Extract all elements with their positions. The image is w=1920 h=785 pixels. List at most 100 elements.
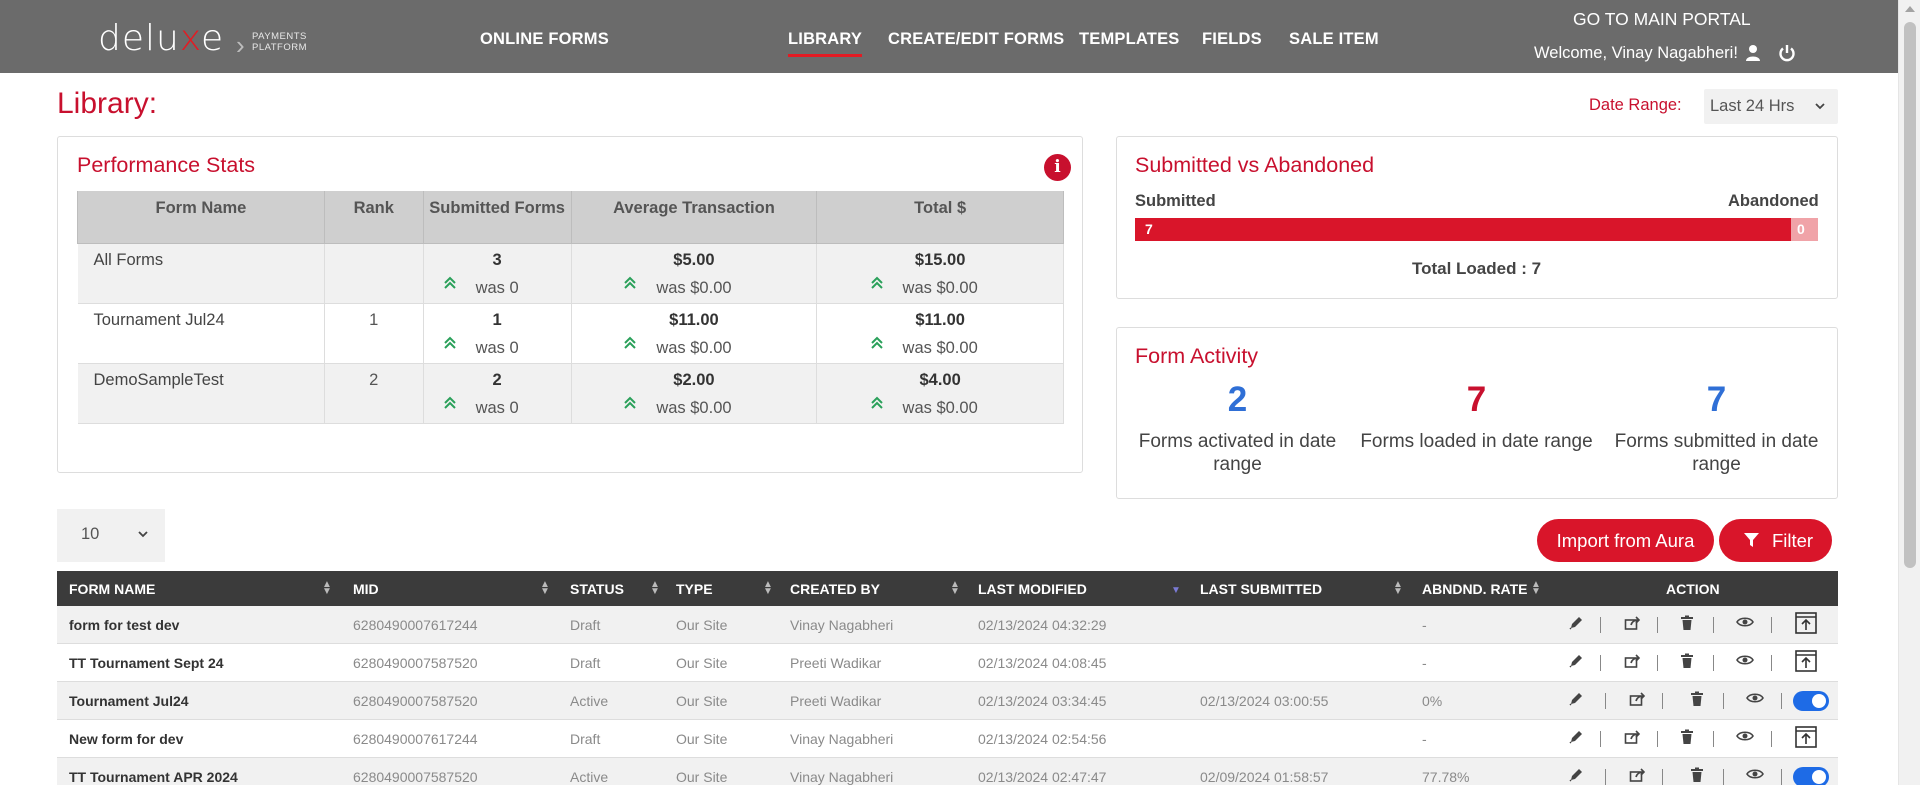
cell-form-name[interactable]: New form for dev	[69, 731, 183, 747]
sort-icon[interactable]: ▲ ▼	[540, 580, 550, 597]
cell-last-modified: 02/13/2024 04:08:45	[978, 655, 1107, 671]
stat-previous: was $0.00	[870, 276, 978, 298]
eye-icon[interactable]	[1736, 729, 1756, 749]
trash-icon[interactable]	[1690, 691, 1710, 711]
stat-previous: was $0.00	[624, 396, 732, 418]
cell-form-name[interactable]: TT Tournament APR 2024	[69, 769, 238, 785]
cell-abandoned-rate: -	[1422, 655, 1427, 671]
table-row[interactable]: Tournament Jul24 6280490007587520 Active Ou…	[57, 682, 1838, 720]
share-icon[interactable]	[1624, 729, 1644, 749]
cell-form-name[interactable]: TT Tournament Sept 24	[69, 655, 224, 671]
activity-submitted: 7 Forms submitted in date range	[1597, 380, 1836, 476]
edit-pencil-icon[interactable]	[1568, 729, 1588, 749]
sort-desc-icon[interactable]: ▼	[1171, 586, 1181, 596]
col-abandoned-rate[interactable]: ABNDND. RATE	[1422, 581, 1528, 597]
table-row[interactable]: New form for dev 6280490007617244 Draft Our…	[57, 720, 1838, 758]
cell-mid: 6280490007617244	[353, 617, 478, 633]
col-form-name[interactable]: FORM NAME	[69, 581, 155, 597]
trend-up-icon	[869, 335, 885, 356]
sort-icon[interactable]: ▲ ▼	[1531, 580, 1541, 597]
info-icon[interactable]: i	[1044, 154, 1071, 181]
publish-icon[interactable]	[1795, 726, 1819, 750]
performance-stats-card: Performance Stats Form Name Rank Submitt…	[57, 136, 1083, 473]
nav-sale-item[interactable]: SALE ITEM	[1289, 30, 1379, 49]
stat-value: $11.00	[669, 310, 719, 329]
nav-library[interactable]: LIBRARY	[788, 30, 863, 57]
cell-last-submitted: 02/09/2024 01:58:57	[1200, 769, 1329, 785]
user-icon[interactable]	[1745, 44, 1761, 67]
filter-label: Filter	[1771, 530, 1814, 551]
table-row[interactable]: TT Tournament APR 2024 6280490007587520 Ac…	[57, 758, 1838, 785]
trend-up-icon	[869, 395, 885, 416]
column-header: Average Transaction	[570, 191, 818, 244]
stat-cell: $15.00 was $0.00	[816, 243, 1064, 304]
col-status[interactable]: STATUS	[570, 581, 624, 597]
cell-abandoned-rate: 0%	[1422, 693, 1443, 709]
col-created-by[interactable]: CREATED BY	[790, 581, 880, 597]
import-from-aura-button[interactable]: Import from Aura	[1537, 519, 1714, 562]
eye-icon[interactable]	[1736, 615, 1756, 635]
sort-icon[interactable]: ▲ ▼	[650, 580, 660, 597]
publish-icon[interactable]	[1795, 612, 1819, 636]
stat-value: $4.00	[919, 370, 961, 389]
vertical-scrollbar[interactable]	[1898, 0, 1920, 785]
eye-icon[interactable]	[1736, 653, 1756, 673]
abandoned-label: Abandoned	[1728, 192, 1819, 210]
stat-previous: was $0.00	[624, 336, 732, 358]
publish-icon[interactable]	[1795, 650, 1819, 674]
stat-value: $2.00	[673, 370, 715, 389]
scroll-up-arrow-icon[interactable]	[1905, 6, 1915, 12]
sort-icon[interactable]: ▲ ▼	[763, 580, 773, 597]
table-row[interactable]: form for test dev 6280490007617244 Draft Ou…	[57, 606, 1838, 644]
sort-icon[interactable]: ▲ ▼	[322, 580, 332, 597]
deluxe-logo[interactable]: deluxe	[98, 18, 224, 59]
table-row[interactable]: TT Tournament Sept 24 6280490007587520 Dra…	[57, 644, 1838, 682]
share-icon[interactable]	[1629, 691, 1649, 711]
cell-mid: 6280490007587520	[353, 655, 478, 671]
filter-button[interactable]: Filter	[1719, 519, 1832, 562]
cell-form-name[interactable]: form for test dev	[69, 617, 179, 633]
stat-cell: $4.00 was $0.00	[816, 363, 1064, 424]
trash-icon[interactable]	[1690, 767, 1710, 785]
share-icon[interactable]	[1629, 767, 1649, 785]
nav-fields[interactable]: FIELDS	[1202, 30, 1262, 49]
nav-create-edit-forms[interactable]: CREATE/EDIT FORMS	[888, 30, 1064, 49]
edit-pencil-icon[interactable]	[1568, 653, 1588, 673]
edit-pencil-icon[interactable]	[1568, 691, 1588, 711]
go-to-main-portal-link[interactable]: GO TO MAIN PORTAL	[1573, 9, 1751, 30]
eye-icon[interactable]	[1746, 691, 1766, 711]
col-last-submitted[interactable]: LAST SUBMITTED	[1200, 581, 1322, 597]
nav-templates[interactable]: TEMPLATES	[1079, 30, 1180, 49]
column-header: Submitted Forms	[422, 191, 572, 244]
sort-icon[interactable]: ▲ ▼	[950, 580, 960, 597]
date-range-select[interactable]: Last 24 Hrs	[1704, 89, 1838, 124]
edit-pencil-icon[interactable]	[1568, 615, 1588, 635]
trend-up-icon	[622, 395, 638, 416]
stat-form-name: Tournament Jul24	[77, 303, 325, 364]
trash-icon[interactable]	[1680, 729, 1700, 749]
trend-up-icon	[622, 335, 638, 356]
col-type[interactable]: TYPE	[676, 581, 713, 597]
stat-cell: 2 was 0	[423, 363, 572, 424]
active-toggle[interactable]	[1793, 767, 1829, 785]
nav-online-forms[interactable]: ONLINE FORMS	[480, 30, 609, 49]
share-icon[interactable]	[1624, 615, 1644, 635]
col-last-modified[interactable]: LAST MODIFIED	[978, 581, 1087, 597]
power-icon[interactable]	[1778, 44, 1796, 67]
active-toggle[interactable]	[1793, 691, 1829, 711]
col-mid[interactable]: MID	[353, 581, 379, 597]
cell-form-name[interactable]: Tournament Jul24	[69, 693, 189, 709]
logo-chevron-icon: ›	[236, 30, 245, 60]
share-icon[interactable]	[1624, 653, 1644, 673]
trash-icon[interactable]	[1680, 615, 1700, 635]
submitted-label: Submitted	[1135, 192, 1216, 210]
cell-type: Our Site	[676, 617, 728, 633]
scrollbar-thumb[interactable]	[1904, 22, 1916, 568]
edit-pencil-icon[interactable]	[1568, 767, 1588, 785]
eye-icon[interactable]	[1746, 767, 1766, 785]
page-size-select[interactable]: 10	[57, 509, 165, 562]
performance-stats-title: Performance Stats	[77, 153, 256, 177]
sort-icon[interactable]: ▲ ▼	[1393, 580, 1403, 597]
trash-icon[interactable]	[1680, 653, 1700, 673]
submitted-bar-segment: 7	[1135, 218, 1791, 241]
